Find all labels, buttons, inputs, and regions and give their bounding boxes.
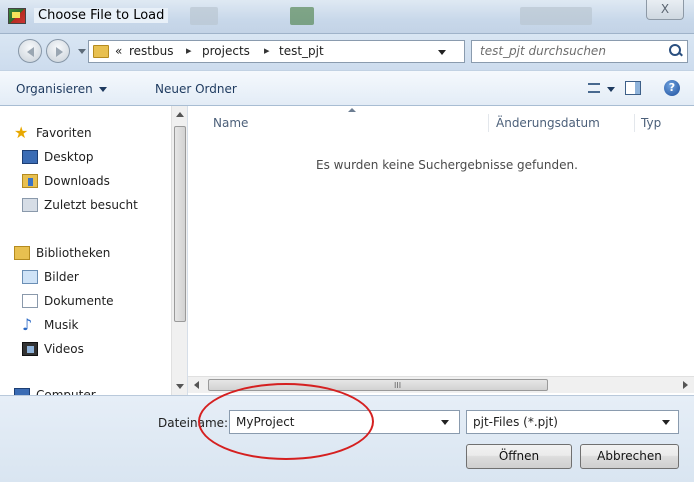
documents-icon — [22, 294, 38, 308]
nav-item-videos[interactable]: Videos — [22, 339, 84, 359]
scroll-thumb[interactable] — [174, 126, 186, 322]
library-icon — [14, 246, 30, 260]
column-header-type[interactable]: Typ — [641, 116, 661, 130]
column-divider[interactable] — [634, 114, 635, 132]
downloads-icon — [22, 174, 38, 188]
background-blur — [520, 7, 592, 25]
filename-history-dropdown-icon[interactable] — [441, 420, 449, 425]
file-list-hscrollbar[interactable]: III — [188, 376, 694, 393]
nav-item-desktop[interactable]: Desktop — [22, 147, 94, 167]
nav-item-favorites[interactable]: ★ Favoriten — [14, 123, 92, 143]
nav-label: Downloads — [44, 174, 110, 188]
search-input[interactable]: test_pjt durchsuchen — [471, 40, 688, 63]
star-icon: ★ — [14, 123, 29, 142]
cancel-button[interactable]: Abbrechen — [580, 444, 679, 469]
filename-label: Dateiname: — [158, 416, 229, 430]
scroll-up-icon[interactable] — [176, 112, 184, 117]
file-list[interactable]: Name Änderungsdatum Typ Es wurden keine … — [188, 106, 694, 374]
forward-button[interactable] — [46, 39, 70, 63]
nav-item-music[interactable]: ♪ Musik — [22, 315, 79, 335]
title-bar: Choose File to Load X — [0, 0, 694, 34]
pictures-icon — [22, 270, 38, 284]
search-icon[interactable] — [669, 44, 683, 58]
empty-results-message: Es wurden keine Suchergebnisse gefunden. — [316, 158, 578, 172]
scroll-down-icon[interactable] — [176, 384, 184, 389]
chevron-right-icon[interactable]: ▸ — [264, 44, 270, 57]
window-title: Choose File to Load — [34, 8, 169, 23]
command-toolbar: Organisieren Neuer Ordner ? — [0, 70, 694, 106]
nav-label: Dokumente — [44, 294, 114, 308]
navigation-pane: ★ Favoriten Desktop Downloads Zuletzt bes… — [0, 106, 188, 402]
address-dropdown-icon[interactable] — [438, 50, 446, 55]
close-button[interactable]: X — [646, 0, 684, 20]
sort-ascending-icon — [348, 108, 356, 112]
nav-label: Favoriten — [36, 126, 92, 140]
breadcrumb-restbus[interactable]: restbus — [129, 44, 173, 58]
column-header-name[interactable]: Name — [213, 116, 248, 130]
nav-item-documents[interactable]: Dokumente — [22, 291, 114, 311]
back-button[interactable] — [18, 39, 42, 63]
filetype-value: pjt-Files (*.pjt) — [473, 415, 558, 429]
organize-label: Organisieren — [16, 82, 93, 96]
nav-label: Musik — [44, 318, 79, 332]
chevron-down-icon — [98, 87, 107, 92]
desktop-icon — [22, 150, 38, 164]
nav-label: Bilder — [44, 270, 79, 284]
nav-item-recent[interactable]: Zuletzt besucht — [22, 195, 138, 215]
organize-menu[interactable]: Organisieren — [16, 82, 107, 96]
nav-label: Desktop — [44, 150, 94, 164]
view-options-icon[interactable] — [588, 83, 600, 93]
nav-item-libraries[interactable]: Bibliotheken — [14, 243, 110, 263]
chevron-down-icon — [662, 420, 670, 425]
footer-panel: Dateiname: pjt-Files (*.pjt) Öffnen Abbr… — [0, 395, 694, 482]
scroll-right-icon[interactable] — [683, 381, 688, 389]
breadcrumb-overflow[interactable]: « — [115, 44, 122, 58]
chevron-right-icon[interactable]: ▸ — [186, 44, 192, 57]
filetype-select[interactable]: pjt-Files (*.pjt) — [466, 410, 679, 434]
new-folder-button[interactable]: Neuer Ordner — [155, 82, 237, 96]
nav-label: Zuletzt besucht — [44, 198, 138, 212]
music-icon: ♪ — [22, 315, 33, 334]
nav-item-downloads[interactable]: Downloads — [22, 171, 110, 191]
open-button[interactable]: Öffnen — [466, 444, 572, 469]
preview-pane-icon[interactable] — [625, 81, 641, 95]
help-icon[interactable]: ? — [664, 80, 680, 96]
nav-label: Bibliotheken — [36, 246, 111, 260]
background-blur — [190, 7, 218, 25]
nav-item-pictures[interactable]: Bilder — [22, 267, 79, 287]
recent-pages-dropdown[interactable] — [78, 49, 86, 54]
breadcrumb-projects[interactable]: projects — [202, 44, 250, 58]
column-divider[interactable] — [488, 114, 489, 132]
filename-input[interactable] — [229, 410, 460, 434]
nav-label: Videos — [44, 342, 84, 356]
background-blur — [290, 7, 314, 25]
column-header-modified[interactable]: Änderungsdatum — [496, 116, 600, 130]
breadcrumb-test-pjt[interactable]: test_pjt — [279, 44, 324, 58]
scroll-thumb[interactable]: III — [208, 379, 548, 391]
app-icon — [8, 8, 26, 24]
nav-scrollbar[interactable] — [171, 106, 187, 395]
folder-icon — [93, 45, 109, 58]
search-placeholder: test_pjt durchsuchen — [480, 44, 606, 58]
address-bar[interactable]: « restbus ▸ projects ▸ test_pjt — [88, 40, 465, 63]
scroll-left-icon[interactable] — [194, 381, 199, 389]
address-row: « restbus ▸ projects ▸ test_pjt ↺ test_p… — [0, 34, 694, 70]
grip-icon: III — [394, 381, 402, 390]
recent-places-icon — [22, 198, 38, 212]
video-icon — [22, 342, 38, 356]
chevron-down-icon[interactable] — [607, 87, 615, 92]
